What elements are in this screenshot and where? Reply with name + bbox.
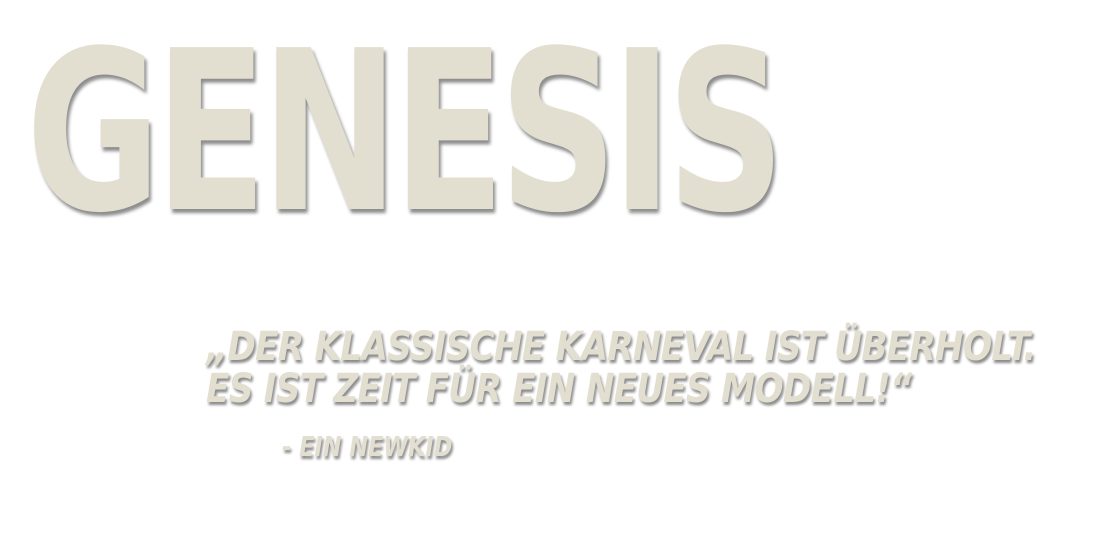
page-title: GENESIS <box>26 4 785 262</box>
quote: „DER KLASSISCHE KARNEVAL IST ÜBERHOLT. E… <box>206 326 1101 410</box>
quote-line-1: „DER KLASSISCHE KARNEVAL IST ÜBERHOLT. <box>206 324 1036 370</box>
quote-line-2: ES IST ZEIT FÜR EIN NEUES MODELL!“ <box>206 366 912 412</box>
quote-attribution: - EIN NEWKID <box>282 430 453 463</box>
